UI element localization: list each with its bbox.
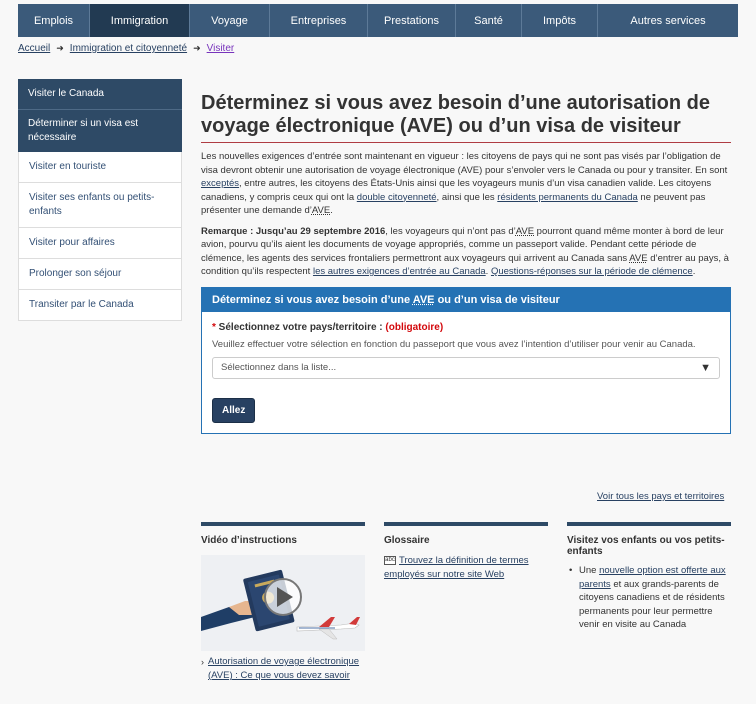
ave-abbr: AVE (515, 225, 535, 237)
sidebar-item-affaires[interactable]: Visiter pour affaires (18, 228, 182, 259)
form-body: * Sélectionnez votre pays/territoire : (… (202, 312, 730, 433)
nav-label: Immigration (110, 14, 169, 27)
page-title: Déterminez si vous avez besoin d’une aut… (201, 92, 731, 143)
country-help-text: Veuillez effectuer votre sélection en fo… (212, 338, 696, 350)
list-item: Une nouvelle option est offerte aux pare… (569, 564, 731, 632)
nav-impots[interactable]: Impôts (522, 4, 598, 37)
nav-label: Santé (474, 14, 503, 27)
nav-label: Entreprises (290, 14, 347, 27)
chevron-right-icon: › (201, 657, 204, 667)
text: Une (579, 565, 600, 576)
main-content: Déterminez si vous avez besoin d’une aut… (201, 92, 731, 434)
video-link-item: › Autorisation de voyage électronique (A… (201, 655, 365, 683)
text: Les nouvelles exigences d’entrée sont ma… (201, 151, 728, 176)
arrow-right-icon: ➜ (56, 43, 64, 53)
family-title: Visitez vos enfants ou vos petits-enfant… (567, 535, 725, 557)
nav-label: Autres services (630, 14, 706, 27)
video-illustration (201, 555, 365, 651)
sidebar-title[interactable]: Visiter le Canada (18, 79, 182, 110)
column-bar (567, 522, 731, 526)
residents-permanents-link[interactable]: résidents permanents du Canada (497, 192, 637, 203)
video-thumbnail[interactable] (201, 555, 365, 651)
intro-paragraph: Les nouvelles exigences d’entrée sont ma… (201, 150, 731, 218)
nav-autres-services[interactable]: Autres services (598, 4, 738, 37)
nav-label: Voyage (211, 14, 248, 27)
nav-label: Prestations (383, 14, 440, 27)
family-column: Visitez vos enfants ou vos petits-enfant… (567, 522, 731, 632)
remark-paragraph: Remarque : Jusqu’au 29 septembre 2016, l… (201, 225, 731, 279)
nav-label: Impôts (542, 14, 576, 27)
nav-emplois[interactable]: Emplois (18, 4, 90, 37)
sidebar-item-prolonger[interactable]: Prolonger son séjour (18, 259, 182, 290)
breadcrumb: Accueil ➜ Immigration et citoyenneté ➜ V… (18, 43, 234, 54)
ave-abbr: AVE (412, 293, 435, 306)
text: . (692, 266, 696, 277)
caret-down-icon: ▼ (700, 361, 711, 374)
breadcrumb-home-link[interactable]: Accueil (18, 43, 50, 54)
family-list: Une nouvelle option est offerte aux pare… (567, 564, 731, 632)
questions-reponses-link[interactable]: Questions-réponses sur la période de clé… (491, 266, 693, 277)
text: , les voyageurs qui n’ont pas d’ (385, 225, 516, 237)
country-select[interactable]: Sélectionnez dans la liste... ▼ (212, 356, 720, 379)
breadcrumb-section-link[interactable]: Immigration et citoyenneté (70, 43, 187, 54)
remark-label: Remarque : Jusqu’au 29 septembre 2016 (201, 225, 386, 237)
text: , ainsi que les (436, 191, 498, 203)
glossary-item: abc Trouvez la définition de termes emplo… (384, 554, 548, 582)
see-all-countries-link[interactable]: Voir tous les pays et territoires (597, 491, 724, 502)
nav-immigration[interactable]: Immigration (90, 4, 190, 37)
ave-abbr: AVE (629, 252, 648, 264)
dictionary-icon: abc (384, 555, 396, 565)
go-button[interactable]: Allez (212, 397, 256, 423)
sidebar-item-transiter[interactable]: Transiter par le Canada (18, 290, 182, 321)
nav-entreprises[interactable]: Entreprises (270, 4, 368, 37)
nav-label: Emplois (33, 14, 74, 27)
glossary-column: Glossaire abc Trouvez la définition de te… (384, 522, 548, 582)
text: . (330, 205, 333, 216)
required-indicator: (obligatoire) (385, 321, 444, 333)
column-bar (384, 522, 548, 526)
nav-prestations[interactable]: Prestations (368, 4, 456, 37)
sidebar-item-touriste[interactable]: Visiter en touriste (18, 152, 182, 183)
glossary-title: Glossaire (384, 535, 430, 546)
visa-form-panel: Déterminez si vous avez besoin d’une AVE… (201, 286, 731, 434)
text: ou d’un visa de visiteur (434, 293, 560, 306)
glossary-link[interactable]: Trouvez la définition de termes employés… (384, 555, 529, 580)
sidebar: Visiter le Canada Déterminer si un visa … (18, 79, 182, 321)
exceptes-link[interactable]: exceptés (201, 178, 239, 189)
sidebar-item-visa-necessaire[interactable]: Déterminer si un visa est nécessaire (18, 110, 182, 152)
country-label: * Sélectionnez votre pays/territoire : (… (212, 322, 720, 333)
ave-abbr: AVE (311, 205, 331, 216)
select-value: Sélectionnez dans la liste... (221, 362, 337, 373)
video-title: Vidéo d’instructions (201, 535, 297, 546)
column-bar (201, 522, 365, 526)
nav-sante[interactable]: Santé (456, 4, 522, 37)
video-column: Vidéo d’instructions › Autorisation de v… (201, 522, 365, 683)
arrow-right-icon: ➜ (193, 43, 201, 53)
exigences-entree-link[interactable]: les autres exigences d’entrée au Canada (313, 266, 486, 277)
video-link[interactable]: Autorisation de voyage électronique (AVE… (208, 655, 365, 683)
form-heading: Déterminez si vous avez besoin d’une AVE… (202, 287, 730, 312)
double-citoyennete-link[interactable]: double citoyenneté (357, 192, 437, 203)
text: Déterminez si vous avez besoin d’une (212, 293, 413, 306)
nav-voyage[interactable]: Voyage (190, 4, 270, 37)
breadcrumb-current-link[interactable]: Visiter (207, 43, 235, 54)
text: Sélectionnez votre pays/territoire : (215, 321, 386, 333)
sidebar-item-enfants[interactable]: Visiter ses enfants ou petits-enfants (18, 183, 182, 228)
main-nav: Emplois Immigration Voyage Entreprises P… (18, 4, 738, 37)
